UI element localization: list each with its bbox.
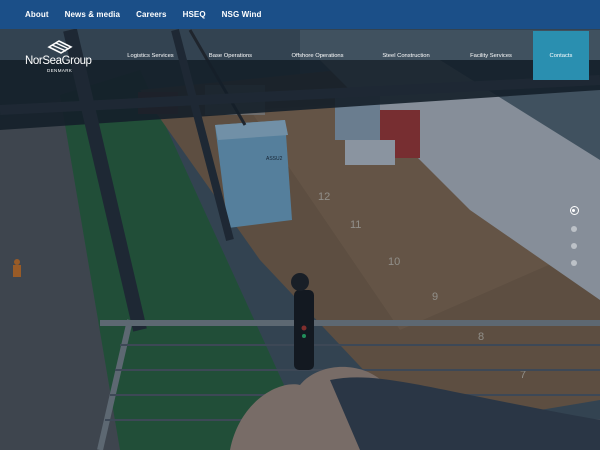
topbar-link-about[interactable]: About: [25, 10, 49, 19]
nav-item-steel-construction[interactable]: Steel Construction: [363, 31, 449, 80]
logo-mark-icon: [47, 40, 73, 54]
norseagroup-logo[interactable]: NorSeaGroup DENMARK: [25, 38, 105, 78]
topbar-link-news-media[interactable]: News & media: [65, 10, 120, 19]
slider-dot-1[interactable]: [569, 206, 579, 215]
slider-dot-4[interactable]: [571, 260, 577, 266]
topbar-link-careers[interactable]: Careers: [136, 10, 167, 19]
nav-item-logistics-services[interactable]: Logistics Services: [112, 31, 189, 80]
topbar-link-nsg-wind[interactable]: NSG Wind: [222, 10, 262, 19]
logo-country: DENMARK: [47, 68, 73, 73]
top-utility-bar: About News & media Careers HSEQ NSG Wind: [0, 0, 600, 29]
logo-name: NorSeaGroup: [25, 55, 92, 67]
topbar-link-hseq[interactable]: HSEQ: [183, 10, 206, 19]
nav-item-contacts[interactable]: Contacts: [533, 31, 589, 80]
main-nav: Logistics Services Base Operations Offsh…: [112, 31, 589, 80]
slider-dot-3[interactable]: [571, 243, 577, 249]
slider-dot-2[interactable]: [571, 226, 577, 232]
slider-dots: [567, 206, 581, 277]
nav-item-offshore-operations[interactable]: Offshore Operations: [272, 31, 363, 80]
nav-item-facility-services[interactable]: Facility Services: [449, 31, 533, 80]
nav-item-base-operations[interactable]: Base Operations: [189, 31, 272, 80]
